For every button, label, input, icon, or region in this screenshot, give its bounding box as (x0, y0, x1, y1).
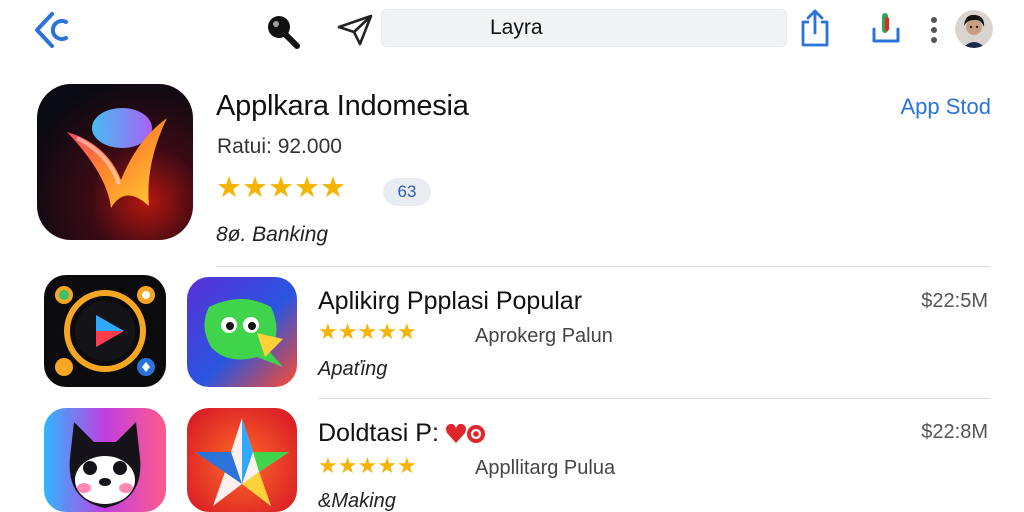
list-item-subtitle: Aprokerg Palun (475, 325, 613, 347)
list-item-price: $22:8M (921, 421, 988, 443)
star-filled-icon: ★ (216, 172, 242, 204)
list-item-category: Apaťing (318, 358, 388, 380)
send-icon[interactable] (334, 10, 376, 50)
star-filled-icon: ★ (320, 172, 346, 204)
star-filled-icon: ★ (377, 319, 397, 344)
list-item-category: &Making (318, 490, 396, 512)
featured-star-rating: ★ ★ ★ ★ ★ (216, 174, 346, 203)
panda-app-icon[interactable] (44, 408, 166, 512)
search-bar[interactable] (381, 9, 787, 47)
featured-app-icon[interactable] (37, 84, 193, 240)
avatar[interactable] (955, 10, 993, 48)
featured-app-title[interactable]: Applkara Indomesia (216, 90, 469, 123)
list-item-title-text: Doldtasi P: (318, 419, 439, 447)
top-bar (0, 0, 1024, 60)
star-filled-icon: ★ (268, 172, 294, 204)
list-item-title[interactable]: Doldtasi P: (318, 419, 487, 448)
list-item-star-rating: ★ ★ ★ ★ ★ (318, 321, 417, 343)
star-filled-icon: ★ (357, 319, 378, 344)
star-filled-icon: ★ (377, 453, 397, 478)
divider (318, 398, 990, 399)
star-filled-icon: ★ (396, 319, 417, 344)
mic-icon[interactable] (866, 8, 906, 50)
star-filled-icon: ★ (318, 453, 338, 478)
pin-icon[interactable] (262, 10, 304, 52)
app-store-screen: Applkara Indomesia App Stod Ratui: 92.00… (0, 0, 1024, 512)
star-filled-icon: ★ (337, 453, 358, 478)
star-filled-icon: ★ (242, 172, 268, 204)
list-item-title[interactable]: Aplikirg Ppplasi Popular (318, 287, 582, 316)
star-app-icon[interactable] (187, 408, 297, 512)
media-player-app-icon[interactable] (44, 275, 166, 387)
heart-icon (445, 423, 487, 445)
star-filled-icon: ★ (357, 453, 378, 478)
app-store-link[interactable]: App Stod (900, 94, 991, 120)
star-filled-icon: ★ (396, 453, 417, 478)
featured-rating-count: Ratui: 92.000 (217, 135, 342, 158)
star-filled-icon: ★ (318, 319, 338, 344)
divider (216, 266, 990, 267)
more-icon[interactable] (926, 14, 942, 46)
star-filled-icon: ★ (337, 319, 358, 344)
list-item-price: $22:5M (921, 290, 988, 312)
list-item-subtitle: Appllitarg Pulua (475, 457, 616, 479)
featured-badge: 63 (383, 178, 431, 206)
list-item-star-rating: ★ ★ ★ ★ ★ (318, 455, 417, 477)
back-icon[interactable] (30, 8, 78, 52)
share-icon[interactable] (796, 6, 834, 50)
chat-app-icon[interactable] (187, 277, 297, 387)
star-filled-icon: ★ (294, 172, 320, 204)
featured-category: 8ø. Banking (216, 223, 329, 246)
search-input[interactable] (488, 15, 772, 41)
